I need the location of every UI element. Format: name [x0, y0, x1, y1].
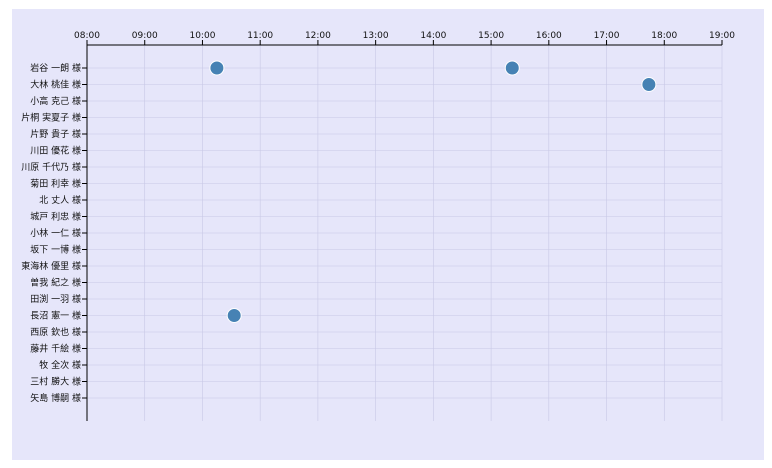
row-label: 坂下 一博 様: [30, 244, 81, 256]
x-tick-label: 08:00: [74, 31, 100, 41]
row-label: 片桐 実夏子 様: [21, 112, 81, 124]
row-label: 北 丈人 様: [39, 194, 81, 206]
x-tick-label: 14:00: [420, 31, 446, 41]
x-tick-label: 09:00: [132, 31, 158, 41]
row-label: 川原 千代乃 様: [21, 161, 81, 173]
row-label: 西原 欽也 様: [30, 326, 81, 338]
row-label: 小高 克己 様: [30, 95, 81, 107]
row-label: 大林 桃佳 様: [30, 79, 81, 91]
row-label: 菊田 利幸 様: [30, 178, 81, 190]
row-label: 岩谷 一朗 様: [30, 62, 81, 74]
x-tick-label: 10:00: [189, 31, 215, 41]
data-point: [641, 77, 657, 92]
row-label: 三村 勝大 様: [30, 376, 81, 388]
row-label: 長沼 憲一 様: [30, 310, 81, 322]
x-tick-label: 18:00: [651, 31, 677, 41]
row-label: 藤井 千絵 様: [30, 343, 81, 355]
row-label: 片野 貴子 様: [30, 128, 81, 140]
x-tick-label: 12:00: [305, 31, 331, 41]
row-label: 曽我 紀之 様: [30, 277, 81, 289]
x-tick-label: 17:00: [594, 31, 620, 41]
data-point: [226, 308, 242, 323]
schedule-chart: 08:00 09:00 10:00 11:00 12:00 13:00 14:00 15:00…: [21, 31, 735, 421]
row-label: 小林 一仁 様: [30, 227, 81, 239]
data-point: [209, 60, 225, 76]
row-label: 川田 優花 様: [30, 145, 81, 157]
row-label: 城戸 利忠 様: [30, 211, 81, 223]
data-point: [504, 60, 520, 76]
x-tick-label: 15:00: [478, 31, 504, 41]
x-tick-label: 16:00: [536, 31, 562, 41]
x-tick-label: 19:00: [709, 31, 735, 41]
x-tick-label: 13:00: [363, 31, 389, 41]
row-label: 田渕 一羽 様: [30, 293, 81, 305]
row-label: 矢島 博嗣 様: [30, 392, 81, 404]
x-tick-label: 11:00: [247, 31, 273, 41]
row-label: 東海林 優里 様: [21, 260, 81, 272]
row-label: 牧 全次 様: [39, 359, 81, 371]
